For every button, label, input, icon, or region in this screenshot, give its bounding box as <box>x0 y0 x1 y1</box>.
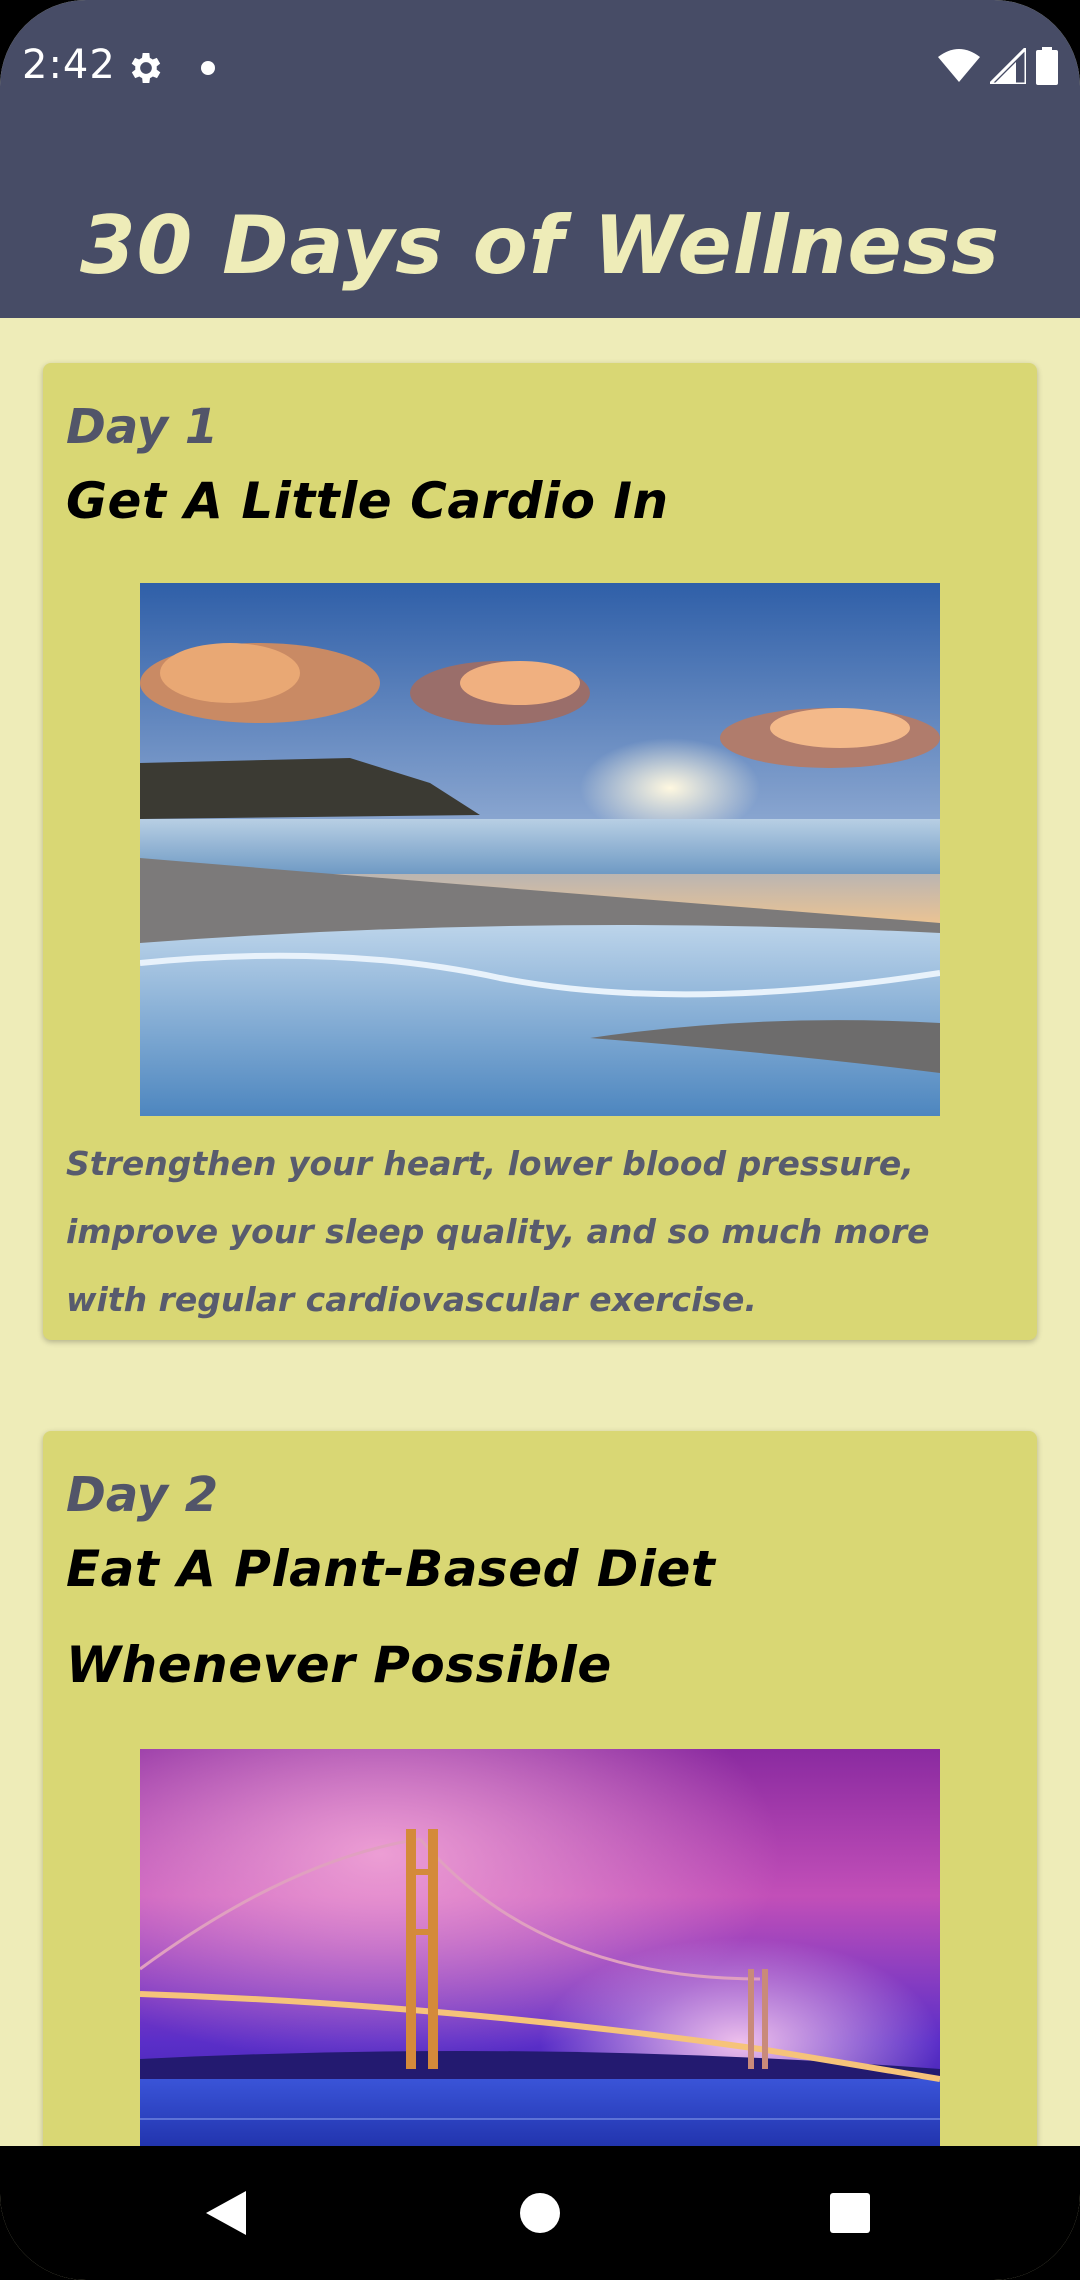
signal-icon <box>990 48 1026 84</box>
wifi-icon <box>938 49 980 82</box>
back-icon <box>206 2191 246 2235</box>
sunset-beach-photo <box>140 583 940 1116</box>
back-button[interactable] <box>156 2146 296 2280</box>
recents-icon <box>830 2193 870 2233</box>
app-title: 30 Days of Wellness <box>79 199 1000 292</box>
home-icon <box>520 2193 560 2233</box>
day-card[interactable]: Day 2 Eat A Plant-Based Diet Whenever Po… <box>43 1431 1037 2146</box>
day-label: Day 2 <box>66 1467 219 1523</box>
sunset-beach-image <box>140 583 940 1116</box>
top-app-bar: 2:42 30 Days of Wellness <box>0 0 1080 318</box>
battery-icon <box>1036 47 1058 85</box>
day-title: Get A Little Cardio In <box>66 472 669 530</box>
status-time: 2:42 <box>22 42 116 88</box>
system-nav-bar <box>0 2146 1080 2280</box>
app-screen: 2:42 30 Days of Wellness Day 1 Get A Lit… <box>0 0 1080 2280</box>
settings-icon <box>131 53 161 83</box>
golden-gate-bridge-image <box>140 1749 940 2146</box>
day-title: Eat A Plant-Based Diet Whenever Possible <box>66 1540 716 1694</box>
day-description: Strengthen your heart, lower blood press… <box>66 1144 930 1319</box>
day-card[interactable]: Day 1 Get A Little Cardio In Strengthen … <box>43 363 1037 1340</box>
home-button[interactable] <box>470 2146 610 2280</box>
status-icons <box>938 46 1058 86</box>
day-card-list[interactable]: Day 1 Get A Little Cardio In Strengthen … <box>0 318 1080 2146</box>
golden-gate-bridge-photo <box>140 1749 940 2146</box>
notification-dot-icon <box>201 61 215 75</box>
day-label: Day 1 <box>66 399 219 455</box>
recents-button[interactable] <box>780 2146 920 2280</box>
